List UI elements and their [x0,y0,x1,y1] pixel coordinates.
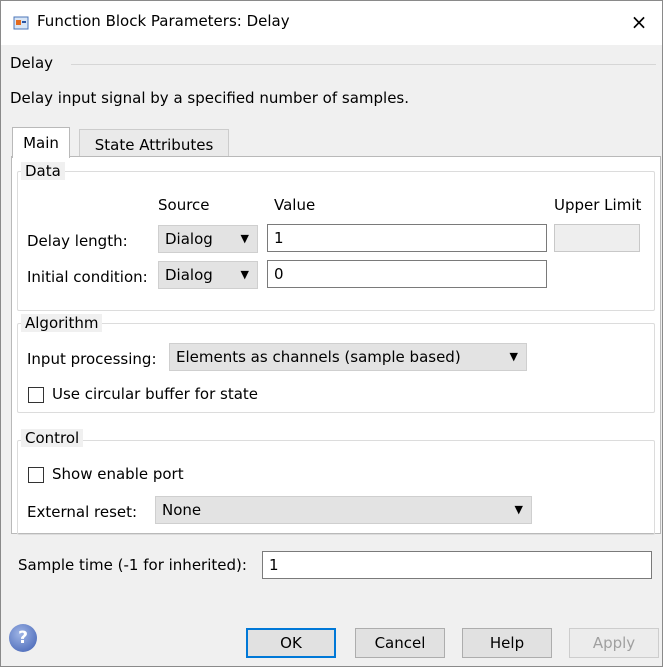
close-button[interactable]: × [624,7,654,37]
window-title: Function Block Parameters: Delay [37,12,290,30]
value-column-header: Value [274,196,316,214]
show-enable-port-checkbox[interactable] [28,467,44,483]
delay-length-upper-limit-input [554,224,640,252]
sample-time-label: Sample time (-1 for inherited): [18,556,247,574]
external-reset-label: External reset: [27,503,138,521]
chevron-down-icon: ▼ [240,232,249,245]
block-name-legend: Delay [10,54,54,72]
block-description: Delay input signal by a specified number… [10,89,410,107]
show-enable-port-label: Show enable port [52,465,184,483]
help-icon[interactable]: ? [9,624,37,652]
tab-main[interactable]: Main [12,127,70,158]
cancel-button[interactable]: Cancel [355,628,445,658]
dialog-window: Function Block Parameters: Delay × Delay… [0,0,663,667]
upper-limit-column-header: Upper Limit [554,196,642,214]
data-group-legend: Data [21,162,65,180]
title-bar: Function Block Parameters: Delay × [1,1,662,45]
chevron-down-icon: ▼ [514,503,523,516]
initial-condition-value-input[interactable]: 0 [267,260,547,288]
input-processing-label: Input processing: [27,350,157,368]
circular-buffer-checkbox[interactable] [28,387,44,403]
tab-state-attributes[interactable]: State Attributes [79,129,229,157]
chevron-down-icon: ▼ [509,350,518,363]
input-processing-dropdown[interactable]: Elements as channels (sample based) ▼ [169,343,527,371]
chevron-down-icon: ▼ [240,268,249,281]
circular-buffer-label: Use circular buffer for state [52,385,259,403]
control-group-legend: Control [21,429,84,447]
delay-length-label: Delay length: [27,232,128,250]
ok-button[interactable]: OK [246,628,336,658]
initial-condition-label: Initial condition: [27,268,148,286]
dialog-footer: ? OK Cancel Help Apply [1,614,662,666]
initial-condition-source-dropdown[interactable]: Dialog ▼ [158,261,258,289]
delay-length-source-value: Dialog [165,230,213,248]
external-reset-dropdown[interactable]: None ▼ [155,496,532,524]
delay-length-source-dropdown[interactable]: Dialog ▼ [158,225,258,253]
initial-condition-source-value: Dialog [165,266,213,284]
input-processing-value: Elements as channels (sample based) [176,348,461,366]
delay-length-value-input[interactable]: 1 [267,224,547,252]
sample-time-input[interactable]: 1 [262,551,652,579]
main-tab-panel: Data Source Value Upper Limit Delay leng… [11,156,661,535]
header-divider [71,64,656,65]
algorithm-group-legend: Algorithm [21,314,103,332]
apply-button: Apply [569,628,659,658]
external-reset-value: None [162,501,202,519]
simulink-block-icon [13,15,29,31]
help-button[interactable]: Help [462,628,552,658]
source-column-header: Source [158,196,210,214]
